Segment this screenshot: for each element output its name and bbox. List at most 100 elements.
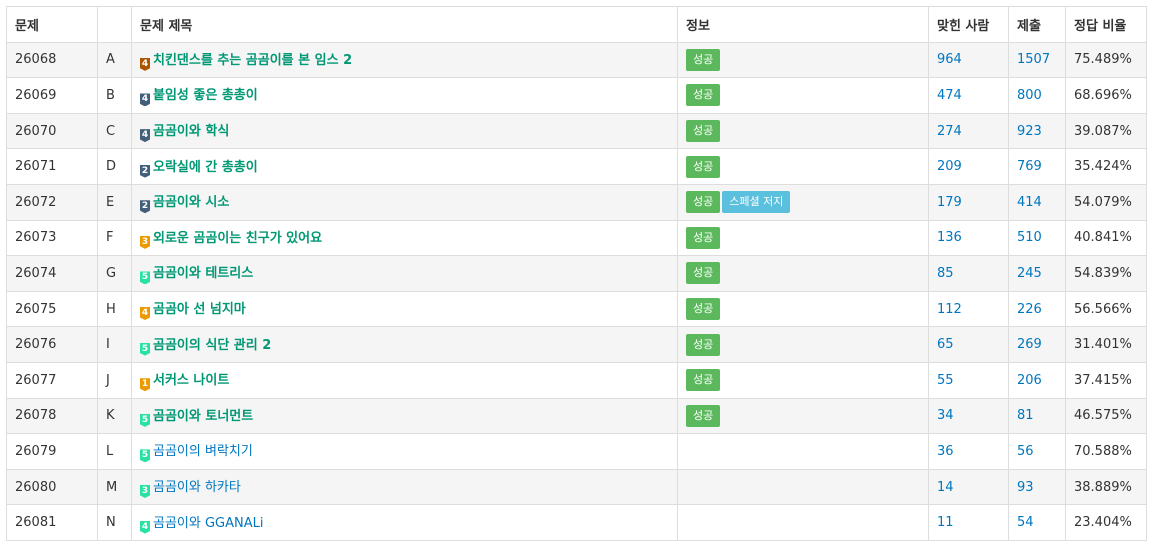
solved-count-cell: 36 — [928, 433, 1009, 470]
submit-count-link[interactable]: 226 — [1017, 302, 1042, 317]
table-row: 26080 M 3 곰곰이와 하카타 14 93 38.889% — [6, 468, 1147, 506]
solved-count-link[interactable]: 474 — [937, 88, 962, 103]
solved-count-link[interactable]: 34 — [937, 408, 954, 423]
problem-title-cell: 5 곰곰이의 식단 관리 2 — [131, 326, 678, 363]
problem-letter: G — [97, 255, 132, 292]
accept-ratio: 40.841% — [1065, 219, 1147, 257]
submit-count-link[interactable]: 269 — [1017, 337, 1042, 352]
problem-title-cell: 4 붙임성 좋은 총총이 — [131, 77, 678, 114]
problem-title-link[interactable]: 곰곰아 선 넘지마 — [153, 302, 246, 317]
problem-title-link[interactable]: 외로운 곰곰이는 친구가 있어요 — [153, 231, 322, 246]
accept-ratio: 31.401% — [1065, 326, 1147, 363]
problem-info-cell: 성공 — [677, 290, 929, 328]
solved-count-cell: 474 — [928, 77, 1009, 114]
solved-count-link[interactable]: 85 — [937, 266, 954, 281]
problem-title-link[interactable]: 곰곰이의 식단 관리 2 — [153, 338, 271, 353]
problem-letter: D — [97, 148, 132, 185]
problem-letter: A — [97, 41, 132, 79]
table-row: 26075 H 4 곰곰아 선 넘지마 성공 112 226 56.566% — [6, 290, 1147, 328]
submit-count-link[interactable]: 54 — [1017, 515, 1034, 530]
submit-count-link[interactable]: 510 — [1017, 230, 1042, 245]
problem-id: 26070 — [6, 112, 98, 150]
submit-count-link[interactable]: 81 — [1017, 408, 1034, 423]
submit-count-link[interactable]: 56 — [1017, 444, 1034, 459]
solved-count-cell: 964 — [928, 41, 1009, 79]
accept-ratio: 70.588% — [1065, 433, 1147, 470]
submit-count-link[interactable]: 769 — [1017, 159, 1042, 174]
solved-count-link[interactable]: 274 — [937, 124, 962, 139]
submit-count-cell: 81 — [1008, 397, 1066, 435]
submit-count-link[interactable]: 414 — [1017, 195, 1042, 210]
problem-title-link[interactable]: 곰곰이와 시소 — [153, 195, 229, 210]
tier-badge-icon: 2 — [140, 200, 150, 214]
problem-info-cell: 성공 — [677, 148, 929, 185]
success-badge: 성공 — [686, 120, 721, 143]
problem-info-cell: 성공 — [677, 219, 929, 257]
solved-count-link[interactable]: 65 — [937, 337, 954, 352]
solved-count-link[interactable]: 179 — [937, 195, 962, 210]
accept-ratio: 46.575% — [1065, 397, 1147, 435]
solved-count-link[interactable]: 964 — [937, 52, 962, 67]
solved-count-link[interactable]: 55 — [937, 373, 954, 388]
submit-count-cell: 414 — [1008, 183, 1066, 221]
accept-ratio: 56.566% — [1065, 290, 1147, 328]
problem-title-link[interactable]: 곰곰이와 토너먼트 — [153, 409, 253, 424]
submit-count-cell: 206 — [1008, 361, 1066, 399]
problem-title-link[interactable]: 치킨댄스를 추는 곰곰이를 본 임스 2 — [153, 53, 352, 68]
success-badge: 성공 — [686, 226, 721, 249]
solved-count-link[interactable]: 11 — [937, 515, 954, 530]
accept-ratio: 35.424% — [1065, 148, 1147, 185]
problem-info-cell: 성공 — [677, 361, 929, 399]
problem-id: 26079 — [6, 433, 98, 470]
solved-count-link[interactable]: 136 — [937, 230, 962, 245]
success-badge: 성공 — [686, 369, 721, 392]
tier-badge-icon: 4 — [140, 129, 150, 143]
success-badge: 성공 — [686, 262, 721, 285]
accept-ratio: 75.489% — [1065, 41, 1147, 79]
tier-badge-icon: 3 — [140, 235, 150, 249]
submit-count-link[interactable]: 1507 — [1017, 52, 1050, 67]
tier-badge-icon: 5 — [140, 271, 150, 285]
solved-count-link[interactable]: 112 — [937, 302, 962, 317]
problem-info-cell: 성공 — [677, 41, 929, 79]
problem-title-link[interactable]: 곰곰이와 GGANALi — [153, 516, 264, 531]
problem-title-cell: 2 곰곰이와 시소 — [131, 183, 678, 221]
submit-count-link[interactable]: 93 — [1017, 480, 1034, 495]
success-badge: 성공 — [686, 333, 721, 356]
problem-title-cell: 5 곰곰이와 토너먼트 — [131, 397, 678, 435]
submit-count-cell: 923 — [1008, 112, 1066, 150]
solved-count-cell: 65 — [928, 326, 1009, 363]
problem-title-cell: 4 치킨댄스를 추는 곰곰이를 본 임스 2 — [131, 41, 678, 79]
submit-count-link[interactable]: 800 — [1017, 88, 1042, 103]
solved-count-link[interactable]: 36 — [937, 444, 954, 459]
solved-count-cell: 209 — [928, 148, 1009, 185]
problem-title-link[interactable]: 곰곰이와 테트리스 — [153, 266, 253, 281]
accept-ratio: 54.839% — [1065, 255, 1147, 292]
problem-title-link[interactable]: 곰곰이와 학식 — [153, 124, 229, 139]
tier-badge-icon: 4 — [140, 93, 150, 107]
problem-title-link[interactable]: 오락실에 간 총총이 — [153, 160, 258, 175]
problem-title-link[interactable]: 곰곰이의 벼락치기 — [153, 444, 253, 459]
problem-title-link[interactable]: 붙임성 좋은 총총이 — [153, 88, 258, 103]
problem-title-cell: 4 곰곰이와 학식 — [131, 112, 678, 150]
problem-info-cell: 성공 — [677, 255, 929, 292]
submit-count-cell: 56 — [1008, 433, 1066, 470]
submit-count-link[interactable]: 923 — [1017, 124, 1042, 139]
solved-count-cell: 112 — [928, 290, 1009, 328]
problem-title-link[interactable]: 서커스 나이트 — [153, 373, 229, 388]
submit-count-link[interactable]: 206 — [1017, 373, 1042, 388]
tier-badge-icon: 5 — [140, 449, 150, 463]
accept-ratio: 38.889% — [1065, 468, 1147, 506]
problem-title-link[interactable]: 곰곰이와 하카타 — [153, 480, 241, 495]
tier-badge-icon: 4 — [140, 307, 150, 321]
solved-count-cell: 274 — [928, 112, 1009, 150]
submit-count-link[interactable]: 245 — [1017, 266, 1042, 281]
problem-id: 26071 — [6, 148, 98, 185]
solved-count-link[interactable]: 14 — [937, 480, 954, 495]
tier-badge-icon: 5 — [140, 342, 150, 356]
problem-letter: H — [97, 290, 132, 328]
solved-count-cell: 11 — [928, 504, 1009, 541]
problem-title-cell: 1 서커스 나이트 — [131, 361, 678, 399]
solved-count-link[interactable]: 209 — [937, 159, 962, 174]
success-badge: 성공 — [686, 155, 721, 178]
